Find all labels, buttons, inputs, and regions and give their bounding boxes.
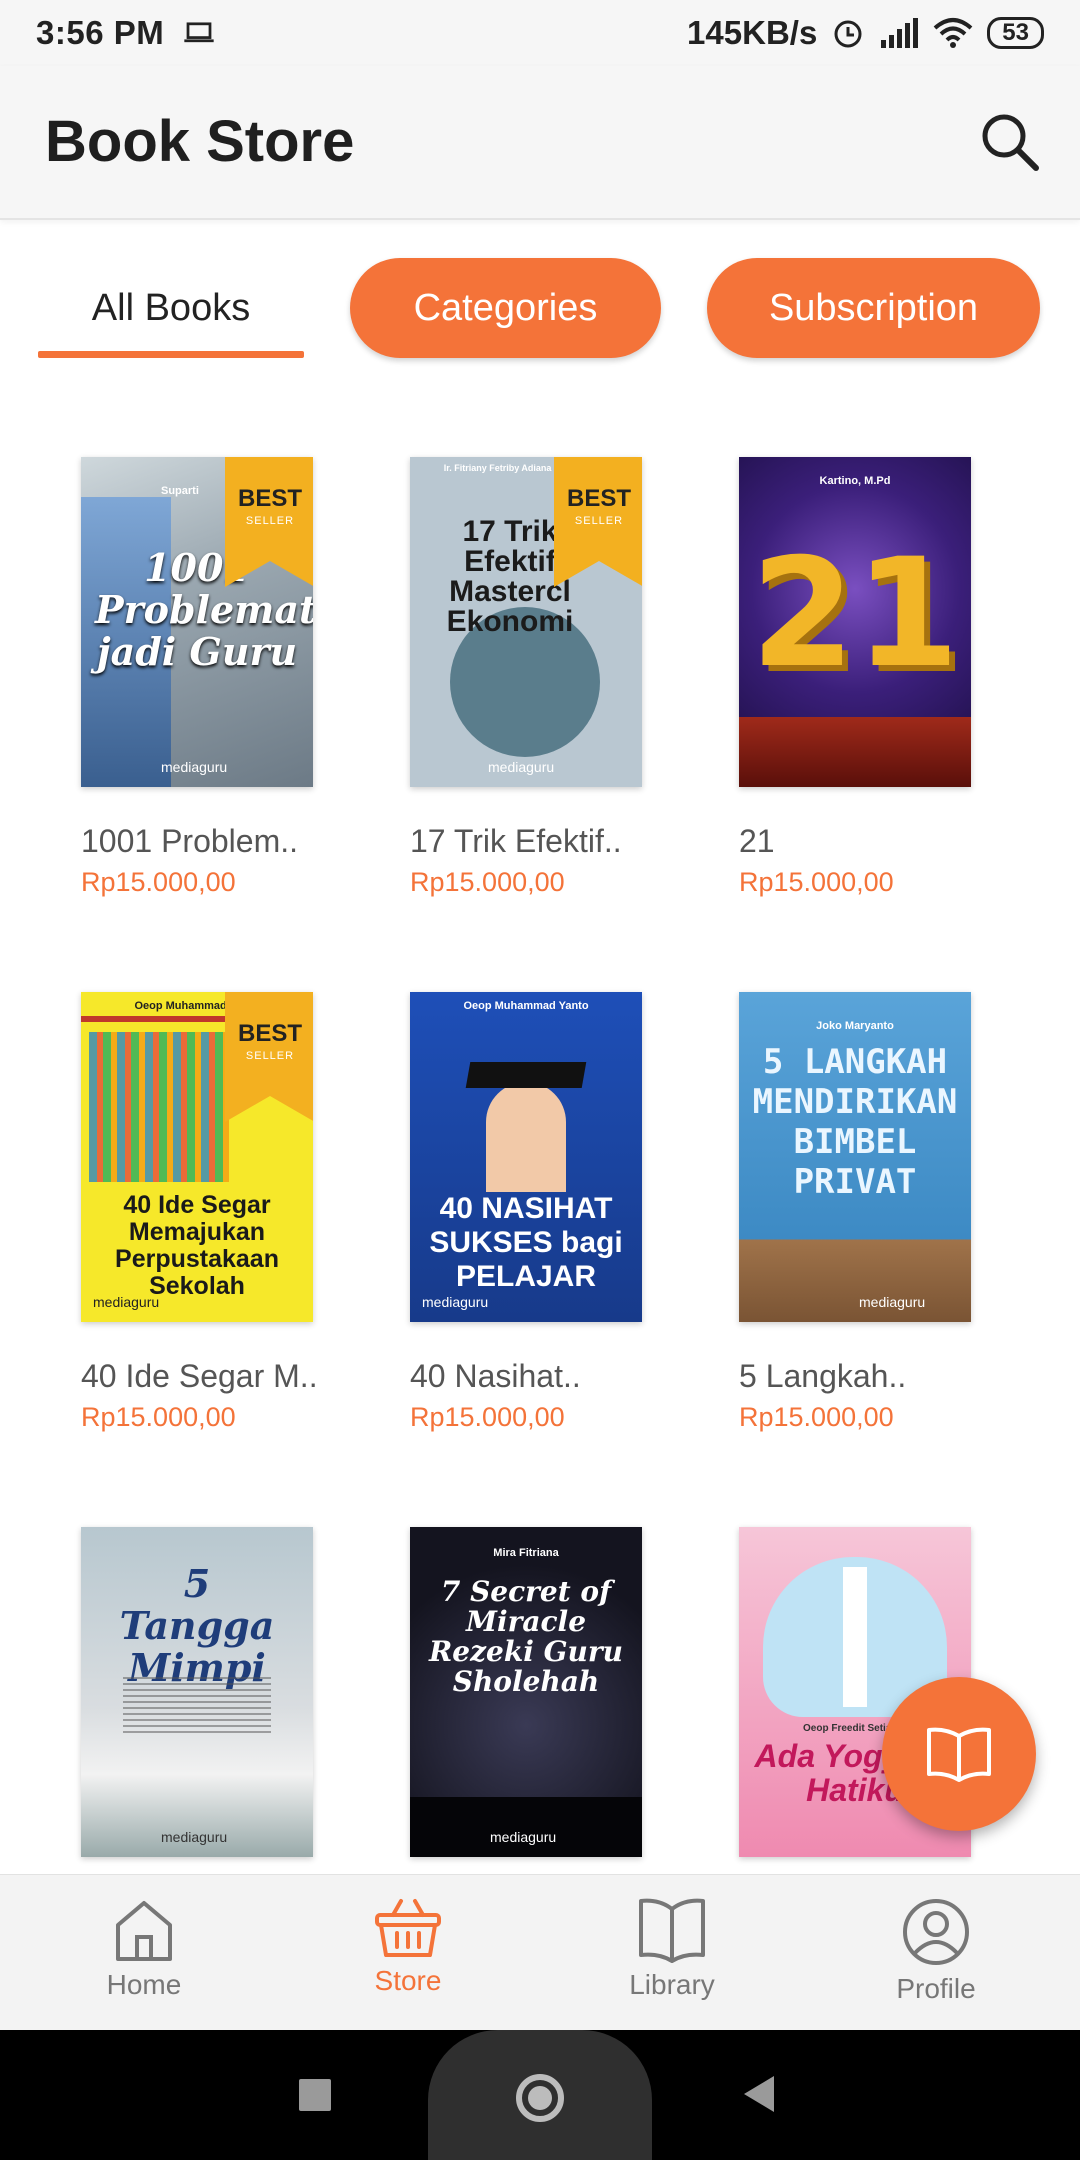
cover-text: 40 Ide Segar Memajukan Perpustakaan Seko… bbox=[115, 1191, 279, 1300]
book-cover[interactable]: Mira Fitriana 7 Secret of Miracle Rezeki… bbox=[410, 1527, 642, 1857]
nav-store[interactable]: Store bbox=[308, 1875, 508, 2031]
book-cover[interactable]: Oeop Muhammad Yanto 40 Ide Segar Memajuk… bbox=[81, 992, 313, 1322]
bottom-nav: Home Store Library Profile bbox=[0, 1874, 1080, 2030]
signal-icon bbox=[881, 18, 919, 48]
cover-author: Mira Fitriana bbox=[493, 1547, 559, 1559]
book-title: 1001 Problem.. bbox=[81, 823, 299, 859]
wifi-icon bbox=[933, 18, 973, 48]
book-cover[interactable]: Kartino, M.Pd 21 bbox=[739, 457, 971, 787]
publisher-logo: mediaguru bbox=[422, 1294, 489, 1310]
cover-author: Oeop Muhammad Yanto bbox=[463, 1000, 589, 1012]
cover-text: 5 Tangga Mimpi bbox=[119, 1561, 275, 1690]
alarm-icon bbox=[834, 20, 862, 48]
tab-subscription[interactable]: Subscription bbox=[707, 258, 1040, 358]
profile-icon bbox=[903, 1899, 969, 1965]
best-seller-badge: BEST SELLER bbox=[225, 992, 313, 1122]
cover-author: Suparti bbox=[161, 485, 199, 497]
nav-library[interactable]: Library bbox=[572, 1875, 772, 2031]
home-button[interactable] bbox=[514, 2072, 566, 2124]
cover-author: Kartino, M.Pd bbox=[819, 475, 891, 487]
publisher-logo: mediaguru bbox=[161, 759, 228, 775]
network-speed: 145KB/s bbox=[687, 14, 818, 51]
back-button[interactable] bbox=[742, 2074, 776, 2114]
book-cover[interactable]: Joko Maryanto 5 LANGKAH MENDIRIKAN BIMBE… bbox=[739, 992, 971, 1322]
nav-home[interactable]: Home bbox=[44, 1875, 244, 2031]
nav-profile-label: Profile bbox=[896, 1973, 976, 2004]
cover-author: Joko Maryanto bbox=[816, 1020, 894, 1032]
book-title: 21 bbox=[739, 823, 775, 859]
nav-store-label: Store bbox=[374, 1965, 442, 1996]
book-price: Rp15.000,00 bbox=[410, 1402, 565, 1432]
basket-icon bbox=[375, 1899, 441, 1957]
open-book-icon bbox=[927, 1727, 991, 1782]
page-title: Book Store bbox=[45, 109, 355, 174]
status-bar: 3:56 PM 145KB/s 53 bbox=[0, 0, 1080, 66]
book-cover[interactable]: 5 Tangga Mimpi mediaguru bbox=[81, 1527, 313, 1857]
book-title: 40 Nasihat.. bbox=[410, 1358, 581, 1394]
book-price: Rp15.000,00 bbox=[81, 867, 236, 897]
book-price: Rp15.000,00 bbox=[739, 867, 894, 897]
laptop-icon bbox=[184, 22, 214, 43]
book-title: 17 Trik Efektif.. bbox=[410, 823, 622, 859]
publisher-logo: mediaguru bbox=[161, 1829, 228, 1845]
home-icon bbox=[116, 1901, 172, 1961]
tab-categories[interactable]: Categories bbox=[350, 258, 661, 358]
app-bar: Book Store bbox=[0, 66, 1080, 220]
cover-text: 7 Secret of Miracle Rezeki Guru Sholehah bbox=[429, 1575, 623, 1698]
nav-profile[interactable]: Profile bbox=[836, 1875, 1036, 2031]
book-price: Rp15.000,00 bbox=[739, 1402, 894, 1432]
publisher-logo: mediaguru bbox=[490, 1829, 557, 1845]
publisher-logo: mediaguru bbox=[93, 1294, 160, 1310]
book-cover[interactable]: Ir. Fitriany Fetriby Adiana Gustariny, I… bbox=[410, 457, 642, 787]
tab-bar: All Books Categories Subscription bbox=[0, 258, 1080, 358]
book-price: Rp15.000,00 bbox=[81, 1402, 236, 1432]
nav-library-label: Library bbox=[629, 1969, 715, 2000]
search-icon[interactable] bbox=[976, 108, 1046, 178]
publisher-logo: mediaguru bbox=[488, 759, 555, 775]
nav-home-label: Home bbox=[106, 1969, 182, 2000]
library-icon bbox=[639, 1898, 705, 1963]
book-title: 5 Langkah.. bbox=[739, 1358, 907, 1394]
battery-indicator: 53 bbox=[987, 17, 1044, 49]
tab-all-books[interactable]: All Books bbox=[38, 258, 304, 358]
publisher-logo: mediaguru bbox=[859, 1294, 926, 1310]
book-cover[interactable]: Suparti 1001 Problematika jadi Guru medi… bbox=[81, 457, 313, 787]
cover-text: 40 NASIHAT SUKSES bagi PELAJAR bbox=[429, 1192, 623, 1293]
recents-button[interactable] bbox=[298, 2078, 332, 2112]
reader-fab[interactable] bbox=[882, 1677, 1036, 1831]
book-cover[interactable]: Oeop Muhammad Yanto 40 NASIHAT SUKSES ba… bbox=[410, 992, 642, 1322]
book-title: 40 Ide Segar M.. bbox=[81, 1358, 318, 1394]
system-nav-bar bbox=[0, 2030, 1080, 2160]
cover-text: 1001 Problematika jadi Guru bbox=[95, 545, 313, 674]
status-time: 3:56 PM bbox=[36, 14, 165, 51]
cover-text: 21 bbox=[750, 527, 960, 701]
book-price: Rp15.000,00 bbox=[410, 867, 565, 897]
cover-text: 5 LANGKAH MENDIRIKAN BIMBEL PRIVAT bbox=[752, 1042, 958, 1202]
